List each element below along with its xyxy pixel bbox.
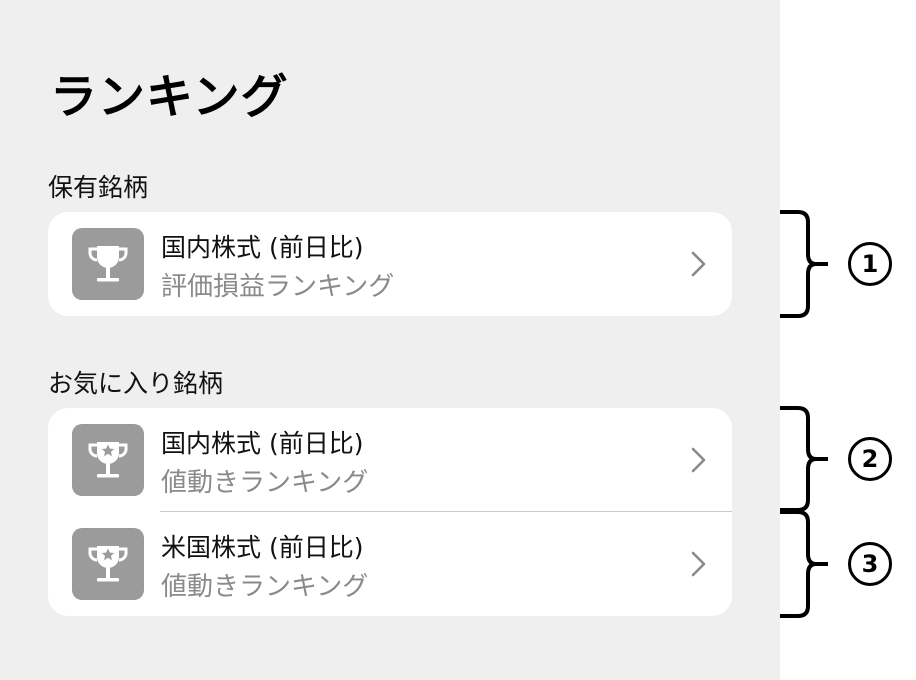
trophy-icon [72,228,144,300]
annotation-number: 2 [848,437,892,481]
row-subtitle: 値動きランキング [161,572,369,602]
ranking-row-domestic-movement[interactable]: 国内株式 (前日比) 値動きランキング [48,408,732,512]
row-title: 国内株式 (前日比) [161,233,364,262]
chevron-right-icon [691,447,706,473]
annotation-1: 1 [780,210,916,318]
annotation-2: 2 [780,406,916,512]
chevron-right-icon [691,251,706,277]
row-title: 米国株式 (前日比) [161,533,364,562]
row-subtitle: 値動きランキング [161,468,369,498]
page-title: ランキング [50,70,289,125]
chevron-right-icon [691,551,706,577]
section-header-favorites: お気に入り銘柄 [48,369,224,398]
trophy-star-icon [72,424,144,496]
row-subtitle: 評価損益ランキング [161,272,395,302]
ranking-screen: ランキング 保有銘柄 国内株式 (前日比) 評価損益ランキング お気に入り銘柄 [0,0,780,680]
favorites-card: 国内株式 (前日比) 値動きランキング 米国株式 (前日比) 値動きランキング [48,408,732,616]
trophy-star-icon [72,528,144,600]
ranking-row-us-movement[interactable]: 米国株式 (前日比) 値動きランキング [48,512,732,616]
section-header-holdings: 保有銘柄 [48,173,149,202]
annotation-bracket [780,210,828,318]
annotation-bracket [780,510,828,618]
annotation-number: 1 [848,242,892,286]
annotation-number: 3 [848,542,892,586]
ranking-row-domestic-pl[interactable]: 国内株式 (前日比) 評価損益ランキング [48,212,732,316]
annotation-3: 3 [780,510,916,618]
row-title: 国内株式 (前日比) [161,429,364,458]
annotation-bracket [780,406,828,512]
holdings-card: 国内株式 (前日比) 評価損益ランキング [48,212,732,316]
